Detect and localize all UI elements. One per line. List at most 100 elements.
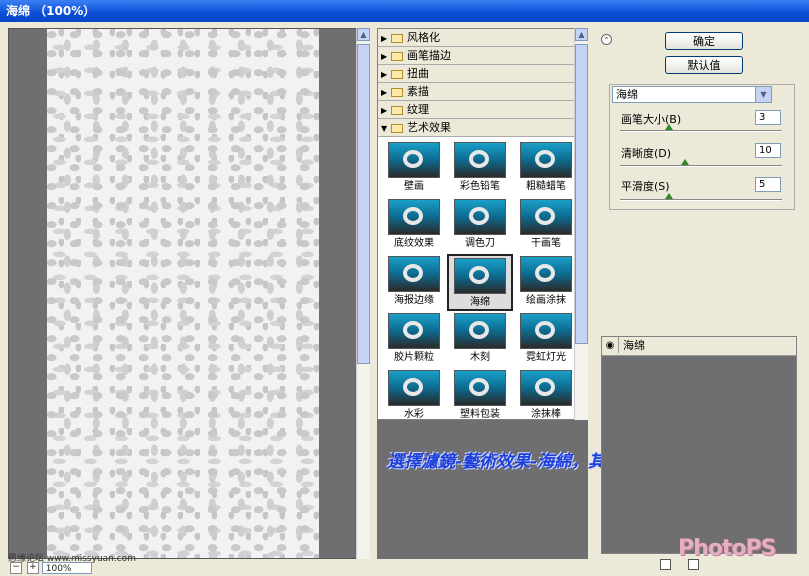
zoom-out-button[interactable]: −: [10, 561, 22, 574]
expand-arrow-icon: ▶: [381, 106, 388, 115]
watermark-text: PhotoPS: [678, 536, 776, 561]
category-sketch[interactable]: ▶ 素描: [378, 83, 587, 101]
zoom-bar: − + 100%: [8, 560, 370, 576]
filter-thumb-selected[interactable]: 海绵: [447, 254, 513, 311]
category-distort[interactable]: ▶ 扭曲: [378, 65, 587, 83]
folder-icon: [391, 51, 403, 61]
filter-gallery: ▶ 风格化 ▶ 画笔描边 ▶ 扭曲 ▶ 素描 ▶ 纹理 ▼ 艺术效果 壁画 彩色铅笔 粗糙蜡…: [377, 28, 588, 420]
folder-icon: [391, 33, 403, 43]
expand-arrow-icon: ▶: [381, 70, 388, 79]
definition-slider[interactable]: [620, 159, 782, 167]
filter-preview-image: [454, 370, 506, 406]
category-artistic[interactable]: ▼ 艺术效果: [378, 119, 587, 137]
definition-label: 清晰度(D): [621, 147, 672, 160]
filter-label: 霓虹灯光: [526, 352, 566, 363]
filter-thumb[interactable]: 彩色铅笔: [447, 140, 513, 197]
filter-thumb[interactable]: 海报边缘: [381, 254, 447, 311]
definition-input[interactable]: 10: [755, 143, 781, 158]
new-layer-icon[interactable]: [660, 559, 671, 570]
filter-label: 底纹效果: [394, 238, 434, 249]
filter-thumb[interactable]: 壁画: [381, 140, 447, 197]
effect-layer-name: 海绵: [623, 339, 645, 352]
brush-size-input[interactable]: 3: [755, 110, 781, 125]
filter-preview-image: [520, 199, 572, 235]
category-label: 纹理: [407, 103, 429, 116]
preview-canvas[interactable]: [47, 29, 319, 558]
brush-size-slider[interactable]: [620, 124, 782, 132]
filter-preview-image: [520, 313, 572, 349]
filter-preview-image: [388, 199, 440, 235]
scroll-thumb[interactable]: [575, 44, 588, 344]
filter-preview-image: [388, 142, 440, 178]
filter-thumb[interactable]: 水彩: [381, 368, 447, 420]
slider-knob[interactable]: [664, 124, 673, 130]
preview-scrollbar[interactable]: ▲: [356, 28, 370, 559]
filter-label: 绘画涂抹: [526, 295, 566, 306]
folder-icon: [391, 87, 403, 97]
filter-label: 干画笔: [531, 238, 561, 249]
filter-thumb[interactable]: 调色刀: [447, 197, 513, 254]
chevron-down-icon[interactable]: ▼: [755, 87, 771, 102]
filter-label: 水彩: [404, 409, 424, 420]
filter-thumb[interactable]: 塑料包装: [447, 368, 513, 419]
expand-arrow-icon: ▶: [381, 34, 388, 43]
filter-select-value: 海绵: [616, 88, 638, 101]
filter-label: 海绵: [470, 297, 490, 308]
zoom-level[interactable]: 100%: [41, 561, 92, 574]
category-texture[interactable]: ▶ 纹理: [378, 101, 587, 119]
filter-thumb[interactable]: 粗糙蜡笔: [513, 140, 579, 197]
eye-icon[interactable]: ◉: [602, 337, 619, 353]
filter-preview-image: [388, 370, 440, 406]
category-label: 艺术效果: [407, 121, 451, 134]
window-title: 海绵 （100%）: [0, 0, 809, 22]
filter-thumbnails: 壁画 彩色铅笔 粗糙蜡笔 底纹效果 调色刀 干画笔 海报边缘 海绵 绘画涂抹 胶…: [378, 137, 587, 420]
scroll-up-button[interactable]: ▲: [575, 28, 588, 41]
filter-preview-image: [388, 313, 440, 349]
category-brush-strokes[interactable]: ▶ 画笔描边: [378, 47, 587, 65]
zoom-in-button[interactable]: +: [26, 561, 39, 574]
gallery-scrollbar[interactable]: ▲: [574, 28, 588, 420]
filter-preview-image: [454, 258, 506, 294]
filter-preview-image: [520, 370, 572, 406]
filter-preview-image: [454, 199, 506, 235]
filter-label: 胶片颗粒: [394, 352, 434, 363]
filter-label: 木刻: [470, 352, 490, 363]
folder-icon: [391, 69, 403, 79]
slider-knob[interactable]: [680, 159, 689, 165]
filter-preview-image: [520, 256, 572, 292]
category-label: 画笔描边: [407, 49, 451, 62]
slider-knob[interactable]: [664, 193, 673, 199]
filter-thumb[interactable]: 绘画涂抹: [513, 254, 579, 311]
expand-arrow-icon: ▶: [381, 52, 388, 61]
collapse-gallery-icon[interactable]: ⌃: [601, 34, 612, 45]
filter-thumb[interactable]: 干画笔: [513, 197, 579, 254]
watermark-logo: PhotoPS: [678, 536, 776, 561]
filter-thumb[interactable]: 胶片颗粒: [381, 311, 447, 368]
filter-label: 粗糙蜡笔: [526, 181, 566, 192]
gallery-empty-area: [377, 420, 588, 559]
default-button[interactable]: 默认值: [665, 56, 743, 74]
effect-layer[interactable]: ◉ 海绵: [602, 337, 796, 356]
smoothness-slider[interactable]: [620, 193, 782, 201]
filter-thumb[interactable]: 木刻: [447, 311, 513, 368]
filter-select[interactable]: 海绵 ▼: [612, 86, 772, 103]
scroll-thumb[interactable]: [357, 44, 370, 364]
filter-thumb[interactable]: 霓虹灯光: [513, 311, 579, 368]
smoothness-input[interactable]: 5: [755, 177, 781, 192]
filter-thumb[interactable]: 涂抹棒: [513, 368, 579, 420]
category-stylize[interactable]: ▶ 风格化: [378, 29, 587, 47]
filter-label: 调色刀: [465, 238, 495, 249]
filter-label: 涂抹棒: [531, 409, 561, 420]
category-label: 素描: [407, 85, 429, 98]
folder-open-icon: [391, 123, 403, 133]
filter-preview-image: [454, 142, 506, 178]
smoothness-label: 平滑度(S): [621, 180, 670, 193]
scroll-up-button[interactable]: ▲: [357, 28, 370, 41]
filter-thumb[interactable]: 底纹效果: [381, 197, 447, 254]
filter-label: 壁画: [404, 181, 424, 192]
category-label: 扭曲: [407, 67, 429, 80]
expand-arrow-icon: ▶: [381, 88, 388, 97]
preview-area: [8, 28, 370, 559]
folder-icon: [391, 105, 403, 115]
ok-button[interactable]: 确定: [665, 32, 743, 50]
